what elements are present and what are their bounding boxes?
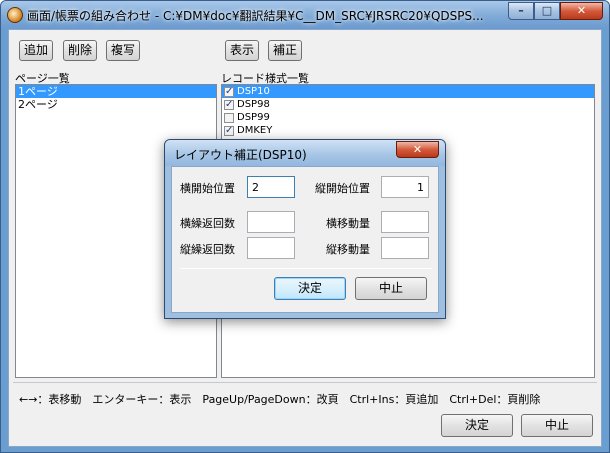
record-list-item[interactable]: DMKEY [222, 124, 594, 137]
title-bar[interactable]: 画面/帳票の組み合わせ - C:¥DM¥doc¥翻訳結果¥C__DM_SRC¥J… [1, 1, 609, 29]
ok-button[interactable]: 決定 [441, 414, 513, 437]
dialog-title: レイアウト補正(DSP10) [174, 148, 307, 162]
delete-button[interactable]: 削除 [63, 40, 97, 61]
record-list-item[interactable]: DSP99 [222, 111, 594, 124]
dialog-ok-button[interactable]: 決定 [274, 277, 346, 300]
record-item-label: DSP99 [237, 112, 270, 123]
caption-buttons: – □ ✕ [508, 2, 603, 21]
dialog-close-button[interactable]: ✕ [396, 141, 439, 158]
minimize-button[interactable]: – [508, 2, 534, 20]
dialog-cancel-button[interactable]: 中止 [355, 277, 427, 300]
page-list-item[interactable]: 1ページ [16, 85, 216, 98]
v-repeat-input[interactable] [247, 237, 295, 259]
maximize-button[interactable]: □ [534, 2, 560, 20]
h-start-input[interactable] [247, 176, 295, 198]
add-button[interactable]: 追加 [19, 40, 53, 61]
v-move-input[interactable] [381, 237, 429, 259]
record-item-label: DSP10 [237, 86, 270, 97]
checkbox[interactable] [224, 85, 234, 98]
cancel-button[interactable]: 中止 [521, 414, 593, 437]
h-repeat-input[interactable] [247, 211, 295, 233]
checkbox[interactable] [224, 124, 234, 137]
close-button[interactable]: ✕ [560, 2, 603, 20]
h-move-input[interactable] [381, 211, 429, 233]
correct-button[interactable]: 補正 [268, 40, 302, 61]
record-item-label: DSP98 [237, 99, 270, 110]
keyboard-hint: ←→：表移動 エンターキー：表示 PageUp/PageDown：改頁 Ctrl… [19, 393, 541, 406]
window-title: 画面/帳票の組み合わせ - C:¥DM¥doc¥翻訳結果¥C__DM_SRC¥J… [27, 9, 484, 23]
h-repeat-label: 横繰返回数 [180, 217, 235, 230]
h-start-label: 横開始位置 [180, 182, 235, 195]
dialog-divider [180, 268, 432, 269]
display-button[interactable]: 表示 [225, 40, 259, 61]
app-icon [7, 7, 23, 23]
h-move-label: 横移動量 [326, 217, 370, 230]
copy-button[interactable]: 複写 [106, 40, 140, 61]
v-move-label: 縦移動量 [326, 243, 370, 256]
checkbox[interactable] [224, 112, 234, 123]
v-start-input[interactable] [381, 176, 429, 198]
record-list-item[interactable]: DSP98 [222, 98, 594, 111]
layout-correction-dialog: レイアウト補正(DSP10) ✕ 横開始位置 縦開始位置 横繰返回数 横移動量 … [164, 139, 446, 319]
v-repeat-label: 縦繰返回数 [180, 243, 235, 256]
v-start-label: 縦開始位置 [315, 182, 370, 195]
record-item-label: DMKEY [237, 125, 273, 136]
dialog-client: 横開始位置 縦開始位置 横繰返回数 横移動量 縦繰返回数 縦移動量 決定 中止 [171, 166, 439, 313]
page-list-item[interactable]: 2ページ [16, 98, 216, 111]
checkbox[interactable] [224, 98, 234, 111]
dialog-title-bar[interactable]: レイアウト補正(DSP10) ✕ [165, 140, 445, 166]
record-list-item[interactable]: DSP10 [222, 85, 594, 98]
status-divider [13, 382, 597, 383]
